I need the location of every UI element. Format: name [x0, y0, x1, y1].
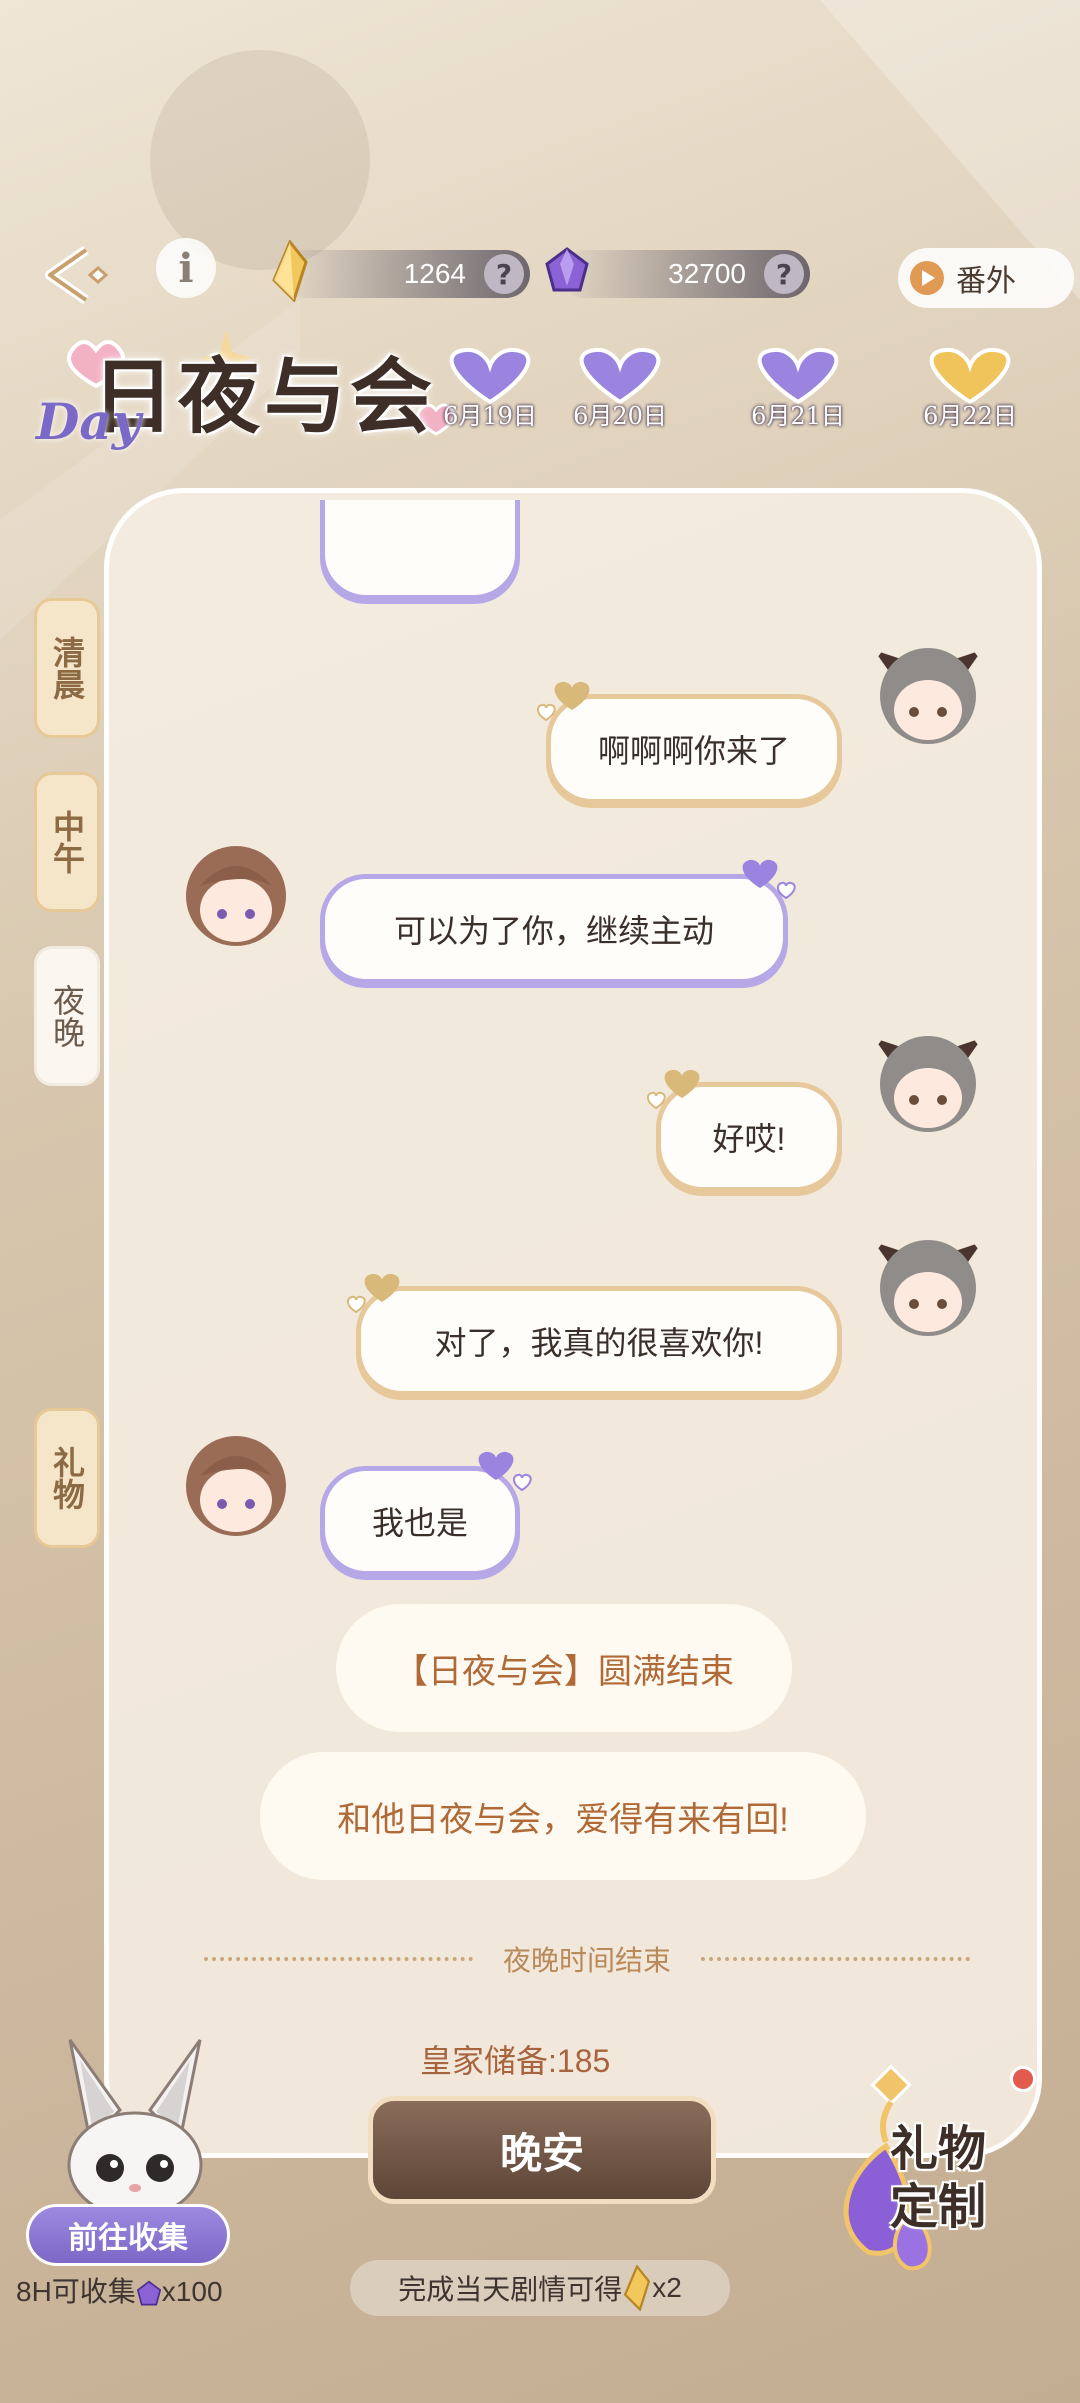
- extra-story-button[interactable]: 番外: [898, 248, 1074, 308]
- purple-gem-icon: [545, 247, 589, 292]
- divider-text: 夜晚时间结束: [503, 1945, 672, 1976]
- player-avatar: [874, 1240, 982, 1336]
- gift-custom-line2: 定制: [890, 2179, 987, 2235]
- heart-icon: [536, 681, 590, 722]
- divider-dots: [204, 1957, 473, 1961]
- purple-gem-icon: [136, 2280, 161, 2306]
- tab-label: 清晨: [48, 636, 86, 700]
- chat-bubble-me: 对了，我真的很喜欢你!: [356, 1286, 842, 1396]
- heart-icon: [346, 1273, 400, 1314]
- system-message-text: 和他日夜与会，爱得有来有回!: [337, 1800, 789, 1839]
- heart-icon: [646, 1069, 700, 1110]
- collect-info-text: 8H可收集: [16, 2276, 136, 2307]
- collect-info-count: x100: [161, 2276, 223, 2307]
- reward-count: x2: [652, 2272, 682, 2303]
- system-message: 和他日夜与会，爱得有来有回!: [260, 1752, 866, 1880]
- chat-bubble-him: 可以为了你，继续主动: [320, 874, 788, 984]
- date-label: 6月22日: [923, 402, 1017, 430]
- date-item-0622[interactable]: 6月22日: [910, 346, 1030, 430]
- good-night-label: 晚安: [499, 2128, 584, 2178]
- date-label: 6月20日: [573, 402, 667, 430]
- info-button[interactable]: i: [156, 238, 216, 298]
- tab-label: 礼物: [48, 1446, 86, 1510]
- help-icon[interactable]: ?: [484, 254, 524, 294]
- info-icon: i: [178, 244, 194, 292]
- title-tag: Day: [36, 392, 141, 451]
- system-message-text: 【日夜与会】圆满结束: [394, 1652, 734, 1691]
- page-title: 日夜与会: [92, 349, 437, 445]
- heart-icon: [478, 1451, 532, 1492]
- tab-night[interactable]: 夜晚: [34, 946, 100, 1086]
- back-button[interactable]: [40, 240, 120, 310]
- chat-bubble-cut: [320, 500, 520, 600]
- player-avatar: [874, 648, 982, 744]
- extra-story-label: 番外: [956, 264, 1016, 299]
- rabbit-mascot-icon[interactable]: [50, 2030, 220, 2220]
- collect-info: 8H可收集 x100: [16, 2270, 223, 2310]
- message-text: 可以为了你，继续主动: [393, 913, 714, 949]
- system-message: 【日夜与会】圆满结束: [336, 1604, 792, 1732]
- date-item-0619[interactable]: 6月19日: [430, 346, 550, 430]
- back-arrow-icon: [45, 245, 109, 305]
- gold-currency: 1264 ?: [280, 250, 530, 298]
- message-text: 对了，我真的很喜欢你!: [434, 1325, 764, 1361]
- partner-avatar: [186, 1436, 286, 1536]
- go-collect-label: 前往收集: [68, 2222, 188, 2255]
- good-night-button[interactable]: 晚安: [368, 2096, 716, 2204]
- divider-dots: [701, 1957, 971, 1961]
- partner-avatar: [186, 846, 286, 946]
- heart-icon: [742, 859, 796, 900]
- date-label: 6月21日: [751, 402, 845, 430]
- gold-currency-value: 1264: [403, 258, 466, 289]
- gift-custom-line1: 礼物: [890, 2121, 987, 2177]
- gem-currency-value: 32700: [668, 258, 746, 289]
- gold-crystal-icon: [272, 240, 308, 302]
- gold-crystal-icon: [624, 2265, 651, 2311]
- notification-dot: [1010, 2066, 1036, 2092]
- date-label: 6月19日: [443, 402, 537, 430]
- tab-label: 夜晚: [48, 984, 86, 1048]
- reward-hint: 完成当天剧情可得 x2: [350, 2260, 730, 2316]
- tab-gift[interactable]: 礼物: [34, 1408, 100, 1548]
- play-icon: [910, 261, 944, 295]
- reserve-text: 皇家储备:185: [420, 2043, 611, 2079]
- player-avatar: [874, 1036, 982, 1132]
- message-text: 好哎!: [712, 1121, 786, 1157]
- reward-hint-text: 完成当天剧情可得: [398, 2274, 623, 2305]
- message-text: 啊啊啊你来了: [597, 733, 790, 769]
- tab-noon[interactable]: 中午: [34, 772, 100, 912]
- gift-custom-label[interactable]: 礼物 定制: [890, 2120, 986, 2236]
- go-collect-button[interactable]: 前往收集: [26, 2204, 230, 2266]
- gem-currency: 32700 ?: [560, 250, 810, 298]
- tab-morning[interactable]: 清晨: [34, 598, 100, 738]
- section-divider: 夜晚时间结束: [204, 1934, 971, 1984]
- help-icon[interactable]: ?: [764, 254, 804, 294]
- tab-label: 中午: [48, 810, 86, 874]
- date-item-0620[interactable]: 6月20日: [560, 346, 680, 430]
- date-item-0621[interactable]: 6月21日: [738, 346, 858, 430]
- message-text: 我也是: [371, 1505, 468, 1541]
